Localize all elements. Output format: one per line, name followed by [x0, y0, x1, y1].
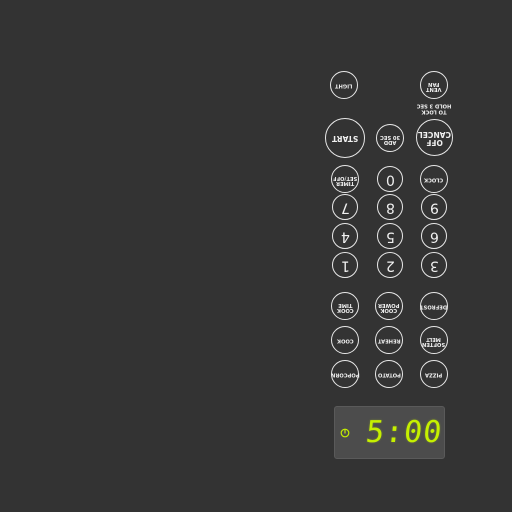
- power-cook-label: COOK POWER: [378, 301, 400, 313]
- defrost-button[interactable]: DEFROST: [420, 292, 448, 320]
- add-30-sec-button[interactable]: ADD 30 SEC: [376, 124, 404, 152]
- vent-fan-button[interactable]: VENT FAN: [420, 71, 448, 99]
- digit-9-label: 9: [429, 199, 439, 216]
- hold-to-lock-label: TO LOCK HOLD 3 SEC: [416, 102, 452, 115]
- cook-button[interactable]: COOK: [331, 326, 359, 354]
- digit-0-button[interactable]: 0: [377, 166, 403, 192]
- cancel-off-button[interactable]: OFF CANCEL: [416, 119, 453, 156]
- pizza-label: PIZZA: [425, 371, 443, 378]
- clock-button[interactable]: CLOCK: [420, 165, 448, 193]
- time-cook-button[interactable]: COOK TIME: [331, 292, 359, 320]
- melt-soften-button[interactable]: SOFTEN MELT: [420, 326, 448, 354]
- power-cook-button[interactable]: COOK POWER: [375, 292, 403, 320]
- potato-button[interactable]: POTATO: [375, 360, 403, 388]
- popcorn-button[interactable]: POPCORN: [331, 360, 359, 388]
- light-button[interactable]: LIGHT: [330, 71, 358, 99]
- start-button[interactable]: START: [325, 118, 365, 158]
- digit-5-label: 5: [385, 228, 395, 245]
- control-panel: LIGHT VENT FAN TO LOCK HOLD 3 SEC START …: [0, 0, 512, 512]
- digit-4-label: 4: [340, 228, 350, 245]
- digit-9-button[interactable]: 9: [421, 194, 447, 220]
- digit-2-button[interactable]: 2: [377, 252, 403, 278]
- reheat-button[interactable]: REHEAT: [375, 326, 403, 354]
- digit-1-label: 1: [340, 257, 350, 274]
- eco-leaf-icon: [340, 428, 350, 438]
- reheat-label: REHEAT: [377, 337, 401, 344]
- cook-label: COOK: [336, 337, 354, 344]
- start-label: START: [331, 133, 359, 143]
- timer-button[interactable]: TIMER SET/OFF: [331, 165, 359, 193]
- timer-label: TIMER SET/OFF: [332, 174, 358, 186]
- digit-2-label: 2: [385, 257, 395, 274]
- time-cook-label: COOK TIME: [336, 301, 354, 313]
- pizza-button[interactable]: PIZZA: [420, 360, 448, 388]
- melt-soften-label: SOFTEN MELT: [422, 335, 446, 347]
- clock-label: CLOCK: [424, 176, 444, 183]
- vent-fan-label: VENT FAN: [426, 80, 442, 92]
- digit-8-button[interactable]: 8: [377, 194, 403, 220]
- digit-3-button[interactable]: 3: [421, 252, 447, 278]
- digit-4-button[interactable]: 4: [332, 223, 358, 249]
- popcorn-label: POPCORN: [330, 371, 360, 378]
- cancel-off-label: OFF CANCEL: [418, 129, 451, 147]
- digit-5-button[interactable]: 5: [377, 223, 403, 249]
- digit-0-label: 0: [385, 171, 395, 188]
- digit-6-button[interactable]: 6: [421, 223, 447, 249]
- add-30-sec-label: ADD 30 SEC: [379, 133, 401, 145]
- digit-3-label: 3: [429, 257, 439, 274]
- defrost-label: DEFROST: [420, 303, 448, 310]
- display-time: 5:00: [364, 415, 445, 450]
- light-label: LIGHT: [335, 82, 353, 89]
- digit-1-button[interactable]: 1: [332, 252, 358, 278]
- digit-7-label: 7: [340, 199, 350, 216]
- digit-6-label: 6: [429, 228, 439, 245]
- digit-7-button[interactable]: 7: [332, 194, 358, 220]
- potato-label: POTATO: [377, 371, 401, 378]
- digit-8-label: 8: [385, 199, 395, 216]
